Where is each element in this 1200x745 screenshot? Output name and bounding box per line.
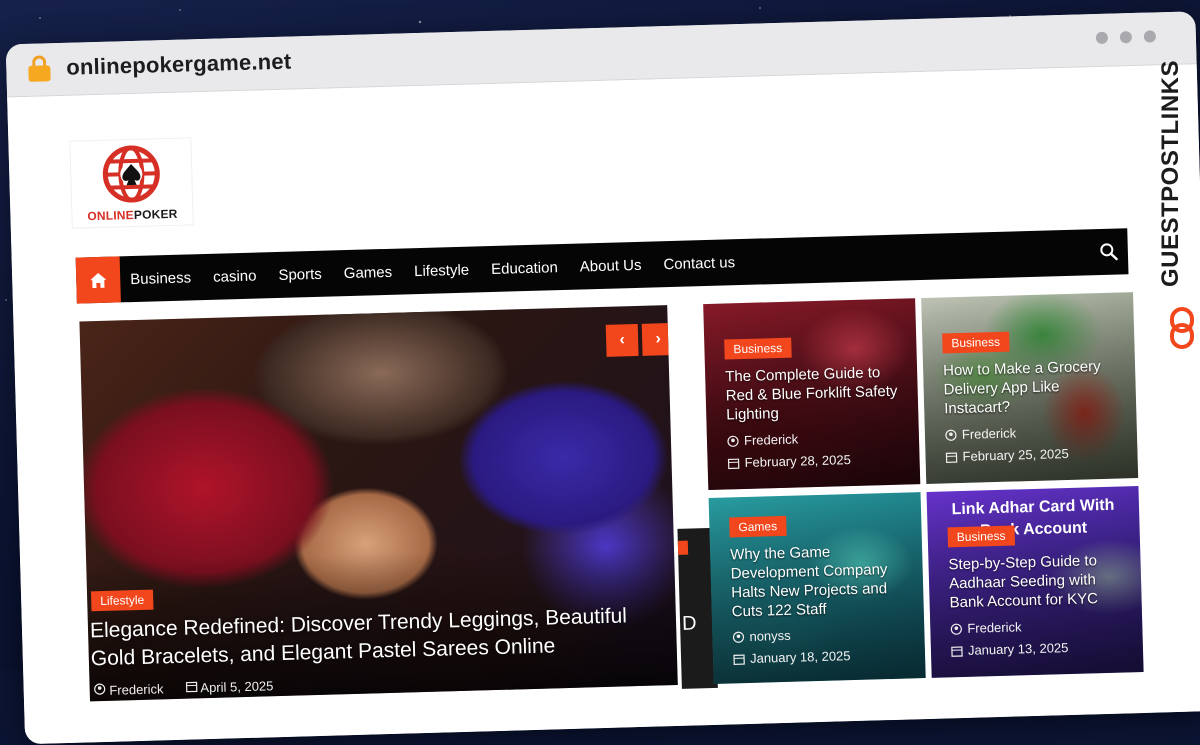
card-author[interactable]: Frederick (945, 425, 1017, 442)
card-title[interactable]: The Complete Guide to Red & Blue Forklif… (725, 362, 907, 424)
hero-author-name: Frederick (109, 681, 164, 698)
hero-category-badge[interactable]: Lifestyle (91, 590, 154, 612)
calendar-icon (945, 451, 957, 463)
card-category-badge[interactable]: Games (729, 516, 786, 538)
logo-text-poker: POKER (134, 207, 178, 222)
nav-item-business[interactable]: Business (130, 269, 191, 288)
card-author-name: nonyss (749, 628, 791, 644)
card-category-badge[interactable]: Business (942, 332, 1009, 354)
card-author-name: Frederick (744, 432, 799, 449)
card-category-badge[interactable]: Business (948, 526, 1015, 548)
card-date-text: January 18, 2025 (750, 648, 851, 666)
card-author-name: Frederick (967, 619, 1022, 636)
globe-spade-icon (100, 143, 162, 207)
chain-link-icon (1169, 306, 1195, 350)
user-icon (950, 622, 962, 634)
nav-item-education[interactable]: Education (491, 259, 558, 278)
window-controls (1096, 30, 1156, 44)
nav-item-lifestyle[interactable]: Lifestyle (414, 261, 469, 280)
post-card[interactable]: Games Why the Game Development Company H… (709, 492, 926, 684)
card-date-text: January 13, 2025 (968, 640, 1069, 658)
user-icon (732, 631, 744, 643)
card-author[interactable]: nonyss (732, 628, 791, 645)
nav-item-about-us[interactable]: About Us (580, 256, 642, 275)
card-title[interactable]: How to Make a Grocery Delivery App Like … (943, 356, 1125, 418)
user-icon (94, 683, 106, 695)
user-icon (945, 429, 957, 441)
slider-next-button[interactable]: › (642, 323, 675, 356)
slider-prev-button[interactable]: ‹ (606, 324, 639, 357)
post-card[interactable]: Link Adhar Card With Bank Account Busine… (927, 486, 1144, 678)
lock-icon (28, 55, 51, 82)
featured-slider[interactable]: ‹ › Lifestyle Elegance Redefined: Discov… (79, 305, 677, 701)
post-card[interactable]: Business The Complete Guide to Red & Blu… (703, 298, 920, 490)
tilted-screenshot: onlinepokergame.net ONLINEP (0, 0, 1200, 687)
home-icon (90, 272, 106, 287)
logo-text: ONLINEPOKER (72, 206, 192, 223)
calendar-icon (185, 680, 197, 692)
card-title[interactable]: Why the Game Development Company Halts N… (730, 540, 912, 621)
hero-date-text: April 5, 2025 (200, 678, 273, 695)
browser-window: onlinepokergame.net ONLINEP (6, 11, 1200, 744)
main-navigation: Business casino Sports Games Lifestyle E… (76, 228, 1129, 303)
peek-title-fragment: D (682, 612, 697, 635)
window-dot-icon[interactable] (1096, 32, 1108, 44)
card-author[interactable]: Frederick (950, 619, 1022, 636)
guestpostlinks-label: GUESTPOSTLINKS (1157, 60, 1185, 287)
card-author[interactable]: Frederick (727, 432, 799, 449)
address-bar-url[interactable]: onlinepokergame.net (66, 49, 292, 81)
home-button[interactable] (76, 256, 121, 303)
user-icon (727, 435, 739, 447)
nav-item-contact-us[interactable]: Contact us (663, 254, 735, 273)
window-dot-icon[interactable] (1120, 31, 1132, 43)
card-title[interactable]: Step-by-Step Guide to Aadhaar Seeding wi… (948, 550, 1130, 612)
site-logo[interactable]: ONLINEPOKER (70, 138, 192, 227)
webpage: ONLINEPOKER Business casino Sports Games… (7, 64, 1200, 744)
card-date-text: February 28, 2025 (744, 452, 851, 470)
nav-item-sports[interactable]: Sports (278, 265, 322, 283)
nav-item-casino[interactable]: casino (213, 267, 257, 285)
calendar-icon (951, 644, 963, 656)
calendar-icon (733, 653, 745, 665)
calendar-icon (727, 457, 739, 469)
guestpostlinks-badge: GUESTPOSTLINKS (1147, 60, 1197, 360)
hero-date: April 5, 2025 (185, 678, 273, 695)
logo-text-online: ONLINE (87, 208, 134, 223)
card-author-name: Frederick (962, 425, 1017, 442)
nav-item-games[interactable]: Games (344, 263, 393, 281)
card-date-text: February 25, 2025 (962, 446, 1069, 464)
window-dot-icon[interactable] (1144, 30, 1156, 42)
card-category-badge[interactable]: Business (724, 338, 791, 360)
hero-author[interactable]: Frederick (94, 681, 164, 698)
post-card[interactable]: Business How to Make a Grocery Delivery … (921, 292, 1138, 484)
search-icon[interactable] (1100, 243, 1118, 261)
peek-category-badge (678, 541, 688, 555)
